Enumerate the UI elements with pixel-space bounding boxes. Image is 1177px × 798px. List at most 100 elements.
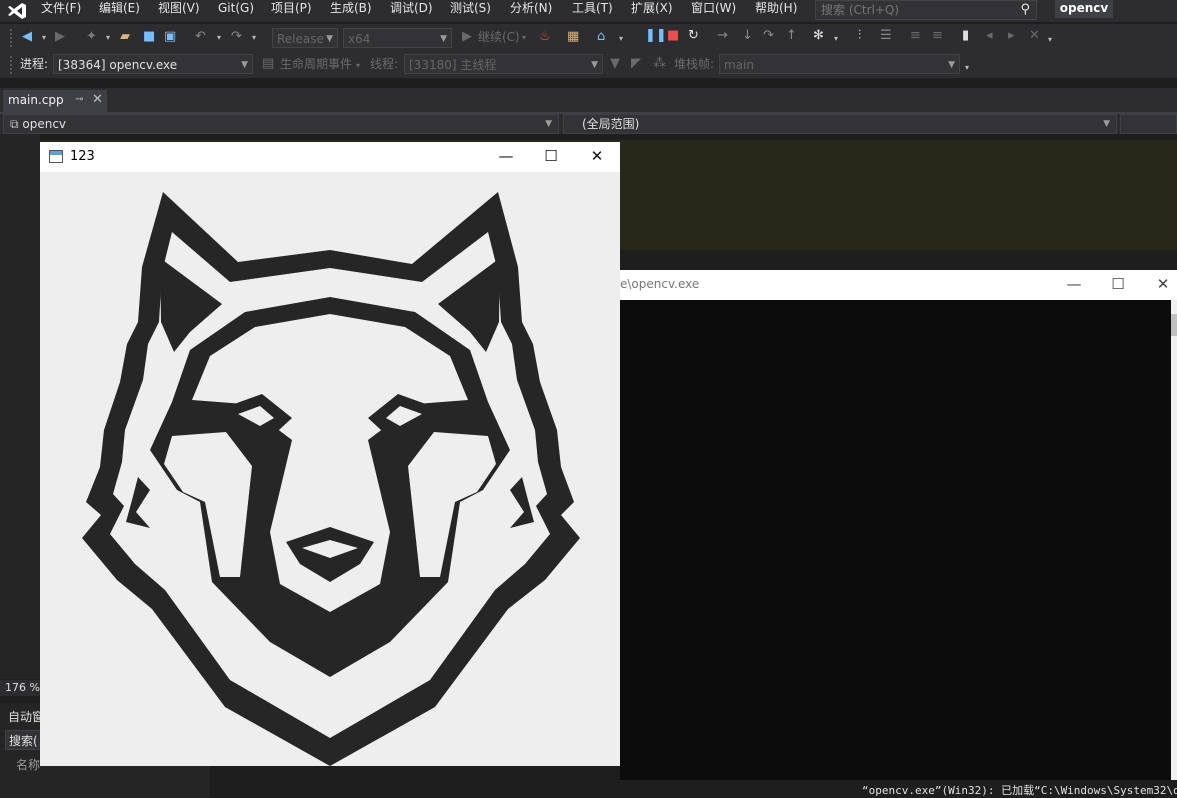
lifecycle-events-button[interactable]: 生命周期事件	[280, 54, 352, 74]
clear-bookmarks-icon[interactable]: ✕	[1029, 28, 1040, 44]
stop-icon[interactable]: ■	[667, 28, 679, 44]
chevron-down-icon: ▼	[948, 60, 955, 70]
next-bookmark-icon[interactable]: ▸	[1008, 28, 1015, 44]
scrollbar-thumb[interactable]	[1171, 314, 1177, 336]
show-next-statement-icon[interactable]: →	[717, 28, 728, 44]
autos-panel-title[interactable]: 自动窗	[8, 708, 44, 725]
solution-name-badge: opencv	[1055, 0, 1113, 18]
back-icon[interactable]: ◀	[22, 29, 32, 45]
visual-studio-logo-icon[interactable]	[6, 2, 28, 20]
zoom-level[interactable]: 176 %	[0, 680, 40, 696]
pin-icon[interactable]: ⊸	[75, 94, 83, 105]
menu-test[interactable]: 测试(S)	[450, 0, 491, 22]
tab-main-cpp[interactable]: main.cpp ⊸ ✕	[3, 90, 107, 112]
close-icon[interactable]: ✕	[92, 92, 103, 107]
continue-button[interactable]: 继续(C)	[478, 27, 520, 47]
prev-bookmark-icon[interactable]: ◂	[986, 28, 993, 44]
project-scope-select[interactable]: ⧉ opencv ▼	[3, 114, 559, 134]
console-titlebar[interactable]: e\opencv.exe — ☐ ✕	[620, 270, 1177, 300]
thread-value: [33180] 主线程	[409, 58, 497, 72]
configuration-select[interactable]: Release ▼	[272, 28, 338, 48]
toolbar-overflow-icon[interactable]: ▾	[965, 60, 969, 76]
toolbar-grip[interactable]	[10, 29, 15, 47]
menu-git[interactable]: Git(G)	[218, 0, 254, 22]
browse-folder-icon[interactable]: ▦	[567, 29, 579, 45]
global-scope-select[interactable]: (全局范围) ▼	[563, 114, 1117, 134]
column-header-name[interactable]: 名称	[16, 756, 40, 773]
member-select[interactable]	[1120, 114, 1177, 134]
hex-dropdown-icon[interactable]: ▾	[834, 31, 838, 47]
continue-icon[interactable]: ▶	[462, 29, 472, 45]
menu-window[interactable]: 窗口(W)	[691, 0, 736, 22]
step-into-icon[interactable]: ↓	[742, 28, 753, 44]
lifecycle-icon[interactable]: ▤	[262, 56, 274, 72]
save-all-icon[interactable]: ▣	[164, 29, 176, 45]
uncomment-icon[interactable]: ≡	[932, 28, 943, 44]
close-icon[interactable]: ✕	[1140, 270, 1177, 300]
restart-icon[interactable]: ↻	[688, 28, 699, 44]
quick-search: ⚲	[815, 0, 1037, 20]
new-dropdown-icon[interactable]: ▾	[106, 30, 110, 46]
forward-icon[interactable]: ▶	[55, 29, 65, 45]
maximize-icon[interactable]: ☐	[1095, 270, 1141, 300]
comment-icon[interactable]: ≡	[910, 28, 921, 44]
console-title: e\opencv.exe	[620, 277, 700, 291]
menu-debug[interactable]: 调试(D)	[390, 0, 433, 22]
open-file-icon[interactable]: ▰	[120, 29, 130, 45]
bookmark-icon[interactable]: ▮	[962, 28, 969, 44]
output-line: “opencv.exe”(Win32): 已加载“C:\Windows\Syst…	[862, 784, 1177, 797]
save-icon[interactable]: ■	[143, 29, 155, 45]
redo-icon[interactable]: ↷	[231, 29, 242, 45]
autos-search-input[interactable]: 搜索(	[5, 730, 45, 750]
pause-icon[interactable]: ❚❚	[645, 28, 667, 44]
diagnostics-dropdown-icon[interactable]: ▾	[619, 31, 623, 47]
minimize-icon[interactable]: —	[483, 142, 529, 172]
stack-frame-select[interactable]: main ▼	[719, 54, 960, 74]
process-select[interactable]: [38364] opencv.exe ▼	[53, 54, 253, 74]
search-icon[interactable]: ⚲	[1020, 2, 1030, 17]
threads-icon[interactable]: ⫶	[858, 28, 861, 44]
continue-dropdown-icon[interactable]: ▾	[522, 30, 526, 46]
lifecycle-dropdown-icon[interactable]: ▾	[356, 58, 360, 74]
hex-display-icon[interactable]: ✻	[813, 28, 824, 44]
platform-select[interactable]: x64 ▼	[343, 28, 452, 48]
undo-dropdown-icon[interactable]: ▾	[217, 30, 221, 46]
menu-view[interactable]: 视图(V)	[158, 0, 200, 22]
back-dropdown-icon[interactable]: ▾	[42, 30, 46, 46]
console-scrollbar[interactable]	[1171, 300, 1177, 780]
step-out-icon[interactable]: ↑	[786, 28, 797, 44]
new-project-icon[interactable]: ✦	[86, 29, 97, 45]
thread-label: 线程:	[370, 57, 399, 71]
thread-select[interactable]: [33180] 主线程 ▼	[404, 54, 603, 74]
image-window-titlebar[interactable]: 123 — ☐ ✕	[40, 142, 620, 172]
list-icon[interactable]: ☰	[880, 28, 892, 44]
document-tabs: main.cpp ⊸ ✕	[0, 88, 1177, 114]
flag-icon[interactable]: ◤	[631, 56, 641, 72]
menu-build[interactable]: 生成(B)	[330, 0, 372, 22]
menu-analyze[interactable]: 分析(N)	[510, 0, 552, 22]
redo-dropdown-icon[interactable]: ▾	[252, 30, 256, 46]
navigation-bar: ⧉ opencv ▼ (全局范围) ▼	[0, 114, 1177, 134]
toolbar-grip[interactable]	[10, 56, 15, 74]
menu-file[interactable]: 文件(F)	[41, 0, 81, 22]
menu-help[interactable]: 帮助(H)	[755, 0, 797, 22]
menu-extensions[interactable]: 扩展(X)	[631, 0, 673, 22]
menu-tools[interactable]: 工具(T)	[572, 0, 613, 22]
tab-label: main.cpp	[8, 93, 64, 107]
stack-frame-icon[interactable]: ⁂	[653, 56, 666, 72]
editor-margin[interactable]	[0, 134, 40, 679]
menu-project[interactable]: 项目(P)	[271, 0, 312, 22]
undo-icon[interactable]: ↶	[195, 29, 206, 45]
filter-icon[interactable]: ▼	[610, 56, 620, 72]
diagnostics-icon[interactable]: ⌂	[597, 29, 605, 45]
minimize-icon[interactable]: —	[1051, 270, 1097, 300]
hot-reload-icon[interactable]: ♨	[539, 29, 551, 45]
maximize-icon[interactable]: ☐	[528, 142, 574, 172]
process-label: 进程:	[20, 57, 49, 71]
project-scope-value: opencv	[22, 117, 67, 131]
search-input[interactable]	[816, 1, 1011, 19]
toolbar-overflow-icon[interactable]: ▾	[1048, 32, 1052, 48]
step-over-icon[interactable]: ↷	[763, 28, 774, 44]
menu-edit[interactable]: 编辑(E)	[99, 0, 140, 22]
close-icon[interactable]: ✕	[574, 142, 620, 172]
